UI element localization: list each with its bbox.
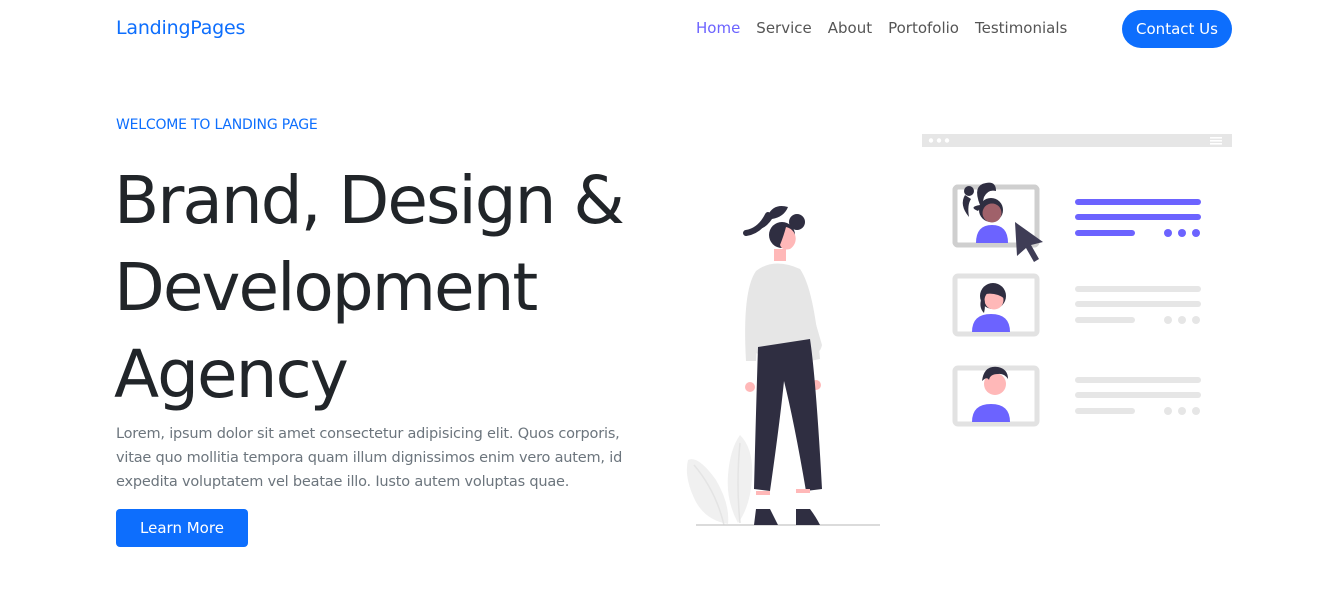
hero-description: Lorem, ipsum dolor sit amet consectetur … [116,426,623,490]
card-3-lines [1075,377,1201,415]
headline-line: Agency [114,336,349,413]
hero-illustration [686,134,1232,526]
contact-us-button[interactable]: Contact Us [1122,10,1232,48]
headline-line: Development [114,249,538,326]
nav-link-service[interactable]: Service [756,19,811,37]
card-1-lines [1075,199,1201,237]
profile-card-woman-short-hair [952,273,1040,337]
leaf-plant-icon [686,435,753,526]
nav-link-testimonials[interactable]: Testimonials [975,19,1067,37]
learn-more-button[interactable]: Learn More [116,509,248,547]
profile-card-man [952,365,1040,427]
nav-link-portofolio[interactable]: Portofolio [888,19,959,37]
hero-eyebrow: WELCOME TO LANDING PAGE [116,117,318,133]
nav-link-about[interactable]: About [828,19,872,37]
woman-standing-figure [743,206,822,525]
card-2-lines [1075,286,1201,324]
headline-line: Brand, Design & [114,162,625,239]
browser-window-bar [922,134,1232,147]
hero-headline: Brand, Design & Development Agency [114,157,694,418]
nav-menu: Home Service About Portofolio Testimonia… [696,19,1067,37]
nav-link-home[interactable]: Home [696,19,740,37]
brand-logo[interactable]: LandingPages [116,17,245,39]
top-navbar: LandingPages Home Service About Portofol… [0,0,1343,60]
